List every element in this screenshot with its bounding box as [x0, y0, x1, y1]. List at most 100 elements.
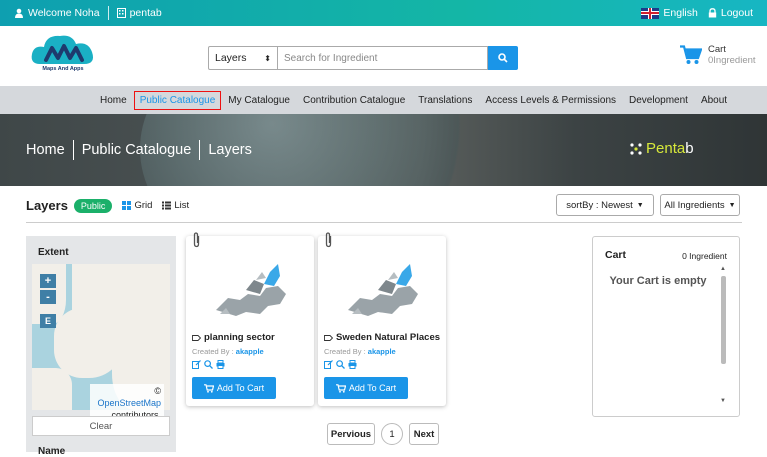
- scroll-up-icon[interactable]: ▲: [720, 266, 726, 272]
- logout-label: Logout: [720, 7, 753, 19]
- search-icon[interactable]: [204, 360, 213, 369]
- zoom-in-button[interactable]: +: [40, 274, 56, 288]
- card-author: Created By : akapple: [192, 347, 264, 356]
- breadcrumb-divider: [72, 140, 74, 160]
- topbar-divider: [107, 6, 109, 20]
- card-actions: [192, 360, 225, 369]
- pentab-dots-icon: [630, 142, 642, 155]
- welcome-text: Welcome Noha: [28, 7, 100, 19]
- add-to-cart-label: Add To Cart: [216, 383, 265, 393]
- logout-link[interactable]: Logout: [708, 7, 753, 19]
- card-title[interactable]: Sweden Natural Places: [324, 332, 440, 343]
- card-title-text: planning sector: [204, 332, 275, 343]
- next-page-button[interactable]: Next: [409, 423, 439, 445]
- layer-card[interactable]: Sweden Natural Places Created By : akapp…: [318, 232, 446, 406]
- pentab-logo: Pentab: [630, 140, 694, 157]
- add-to-cart-button[interactable]: Add To Cart: [324, 377, 408, 399]
- attribution-symbol: ©: [154, 386, 161, 396]
- card-actions: [324, 360, 357, 369]
- cart-plus-icon: [203, 383, 214, 393]
- user-icon: [15, 8, 23, 18]
- europe-map-thumbnail: [216, 264, 286, 316]
- edit-icon[interactable]: [324, 360, 333, 369]
- main-nav: Home Public Catalogue My Catalogue Contr…: [0, 86, 767, 114]
- search-button[interactable]: [488, 46, 518, 70]
- search-type-value: Layers: [215, 52, 247, 64]
- card-title-text: Sweden Natural Places: [336, 332, 441, 343]
- maps-and-apps-logo[interactable]: Maps And Apps: [28, 30, 98, 82]
- pentab-brand-a: Penta: [646, 140, 686, 157]
- organization-link[interactable]: pentab: [116, 7, 162, 19]
- list-label: List: [174, 200, 190, 211]
- card-title[interactable]: planning sector: [192, 332, 275, 343]
- print-icon[interactable]: [348, 360, 357, 369]
- nav-home[interactable]: Home: [94, 91, 133, 110]
- language-label: English: [663, 7, 698, 19]
- search-input[interactable]: Search for Ingredient: [278, 46, 488, 70]
- breadcrumb-home[interactable]: Home: [26, 142, 65, 158]
- nav-development[interactable]: Development: [623, 91, 694, 110]
- search-icon[interactable]: [336, 360, 345, 369]
- cart-empty-message: Your Cart is empty: [609, 275, 707, 287]
- nav-access-levels[interactable]: Access Levels & Permissions: [479, 91, 622, 110]
- nav-public-catalogue[interactable]: Public Catalogue: [133, 90, 222, 110]
- layer-card[interactable]: planning sector Created By : akapple Add…: [186, 232, 314, 406]
- nav-about[interactable]: About: [695, 91, 733, 110]
- zoom-extent-button[interactable]: E: [40, 314, 56, 328]
- scroll-down-icon[interactable]: ▼: [720, 398, 726, 404]
- card-author: Created By : akapple: [324, 347, 396, 356]
- layers-icon: [324, 334, 333, 341]
- cart-icon: [680, 45, 702, 64]
- sort-dropdown[interactable]: sortBy : Newest ▼: [556, 194, 654, 216]
- search-placeholder: Search for Ingredient: [284, 52, 378, 64]
- add-to-cart-button[interactable]: Add To Cart: [192, 377, 276, 399]
- caret-down-icon: ▼: [728, 201, 736, 209]
- top-bar: Welcome Noha pentab English Logout: [0, 0, 767, 26]
- layers-header: Layers Public Grid List: [26, 198, 189, 213]
- previous-page-button[interactable]: Pervious: [327, 423, 375, 445]
- author-link[interactable]: akapple: [236, 347, 264, 356]
- edit-icon[interactable]: [192, 360, 201, 369]
- filter-value: All Ingredients: [664, 199, 725, 211]
- updown-caret-icon: ⬍: [264, 53, 271, 63]
- page-number-1[interactable]: 1: [381, 423, 403, 445]
- page-title: Layers: [26, 198, 68, 213]
- header-cart[interactable]: Cart 0Ingredient: [680, 44, 756, 66]
- list-view-toggle[interactable]: List: [162, 200, 189, 211]
- page-banner: Home Public Catalogue Layers Pentab: [0, 114, 767, 186]
- zoom-out-button[interactable]: -: [40, 290, 56, 304]
- cart-count: 0Ingredient: [708, 55, 756, 66]
- extent-heading: Extent: [38, 247, 69, 258]
- filter-sidebar: Extent + - E © OpenStreetMap contributor…: [26, 236, 176, 457]
- nav-my-catalogue[interactable]: My Catalogue: [222, 91, 296, 110]
- layers-icon: [192, 334, 201, 341]
- europe-map-thumbnail: [348, 264, 418, 316]
- search-type-select[interactable]: Layers ⬍: [208, 46, 278, 70]
- ingredient-filter-dropdown[interactable]: All Ingredients ▼: [660, 194, 740, 216]
- header: Maps And Apps Layers ⬍ Search for Ingred…: [0, 26, 767, 86]
- nav-contribution-catalogue[interactable]: Contribution Catalogue: [297, 91, 411, 110]
- cart-scrollbar[interactable]: ▲ ▼: [719, 266, 729, 410]
- search-bar: Layers ⬍ Search for Ingredient: [208, 46, 518, 70]
- public-badge: Public: [73, 198, 113, 213]
- breadcrumb-layers: Layers: [208, 142, 252, 158]
- welcome-user[interactable]: Welcome Noha: [14, 7, 100, 19]
- scroll-thumb[interactable]: [721, 276, 726, 364]
- grid-view-toggle[interactable]: Grid: [122, 200, 152, 211]
- cart-panel-count: 0 Ingredient: [682, 251, 727, 261]
- nav-translations[interactable]: Translations: [412, 91, 478, 110]
- grid-label: Grid: [134, 200, 153, 211]
- list-icon: [162, 201, 172, 210]
- paperclip-icon: [192, 232, 201, 251]
- map-land: [32, 368, 72, 410]
- openstreetmap-link[interactable]: OpenStreetMap: [97, 398, 161, 408]
- caret-down-icon: ▼: [636, 201, 644, 209]
- cart-panel-title: Cart: [605, 249, 627, 261]
- print-icon[interactable]: [216, 360, 225, 369]
- created-by-label: Created By :: [192, 347, 234, 356]
- language-switch[interactable]: English: [641, 7, 698, 19]
- author-link[interactable]: akapple: [368, 347, 396, 356]
- clear-button[interactable]: Clear: [32, 416, 170, 436]
- breadcrumb-public-catalogue[interactable]: Public Catalogue: [82, 142, 192, 158]
- grid-icon: [122, 201, 132, 210]
